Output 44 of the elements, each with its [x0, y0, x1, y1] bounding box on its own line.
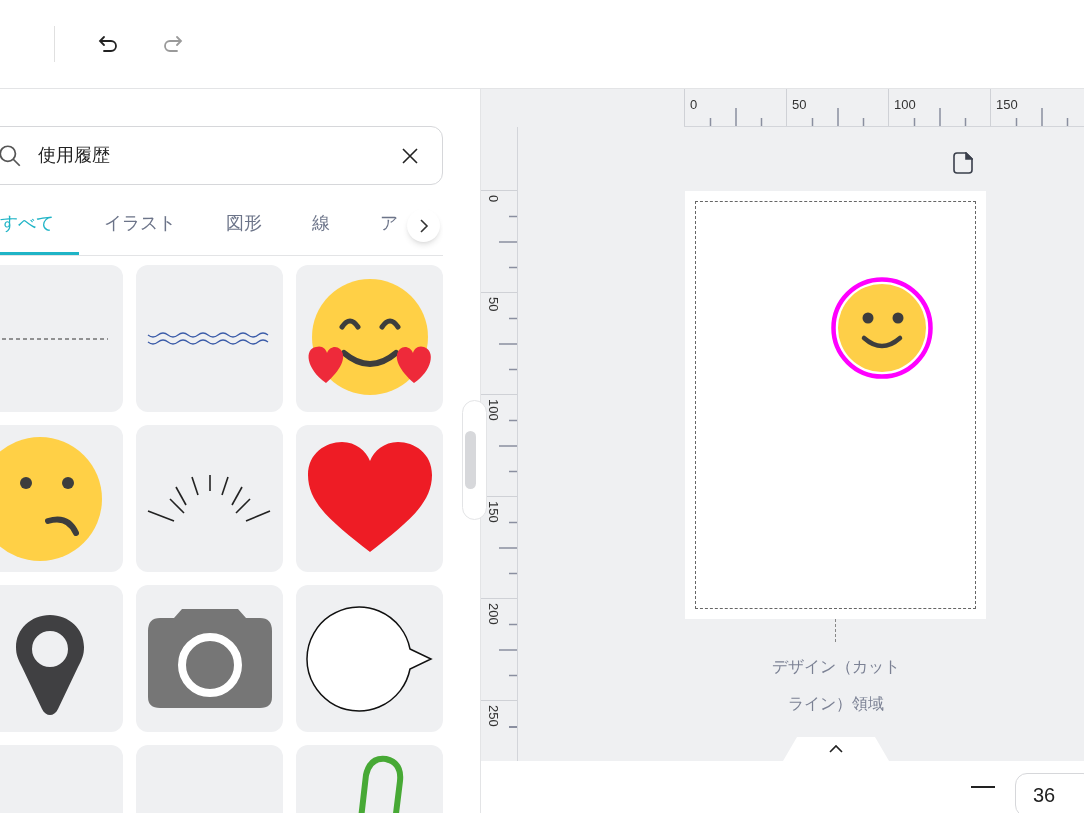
chevron-right-icon — [418, 217, 429, 234]
ruler-tick-icon — [509, 726, 517, 728]
close-icon — [400, 145, 420, 166]
smiley-face-drawing[interactable] — [830, 276, 934, 380]
ruler-label: 250 — [484, 705, 502, 727]
ruler-label: 50 — [484, 297, 502, 312]
illustration-tile[interactable] — [0, 585, 123, 732]
category-tab[interactable]: 図形 — [201, 195, 287, 255]
cut-line-area-label: デザイン（カットライン）領域 — [770, 657, 901, 714]
illustration-tile[interactable] — [296, 425, 443, 572]
illustration-tile[interactable] — [0, 265, 123, 412]
page-icon[interactable] — [953, 152, 973, 174]
panel-collapse-handle[interactable] — [462, 400, 487, 520]
ruler-label: 0 — [690, 96, 698, 114]
illustration-tile[interactable] — [136, 265, 283, 412]
ruler-label: 50 — [792, 96, 807, 114]
category-tab[interactable]: イラスト — [79, 195, 201, 255]
zoom-field[interactable]: 36 — [1015, 773, 1084, 813]
illustration-tile[interactable] — [0, 425, 123, 572]
search-icon — [0, 142, 23, 169]
ruler-label: 150 — [484, 501, 502, 523]
ruler-ticks-icon — [497, 419, 517, 473]
category-tab[interactable]: ア — [355, 195, 398, 255]
category-tab[interactable]: 線 — [287, 195, 355, 255]
ruler-ticks-icon — [497, 317, 517, 371]
illustration-tile[interactable] — [296, 265, 443, 412]
ruler-label: 150 — [996, 96, 1018, 114]
illustration-tile[interactable] — [296, 585, 443, 732]
ruler-label: 200 — [484, 603, 502, 625]
minus-icon — [971, 785, 995, 789]
ruler-ticks-icon — [497, 521, 517, 575]
illustration-tile[interactable] — [136, 585, 283, 732]
ruler-ticks-icon — [497, 623, 517, 677]
ruler-label: 0 — [484, 195, 502, 203]
search-field[interactable]: 使用履歴 — [0, 126, 443, 185]
search-input[interactable]: 使用履歴 — [38, 142, 394, 169]
ruler-ticks-icon — [497, 215, 517, 269]
category-tab[interactable]: すべて — [0, 195, 79, 255]
chevron-up-icon — [828, 744, 844, 754]
illustration-tile[interactable] — [136, 425, 283, 572]
ruler-label: 100 — [484, 399, 502, 421]
scroll-right-button[interactable] — [407, 209, 440, 242]
grip-icon — [465, 431, 476, 489]
ruler-label: 100 — [894, 96, 916, 114]
